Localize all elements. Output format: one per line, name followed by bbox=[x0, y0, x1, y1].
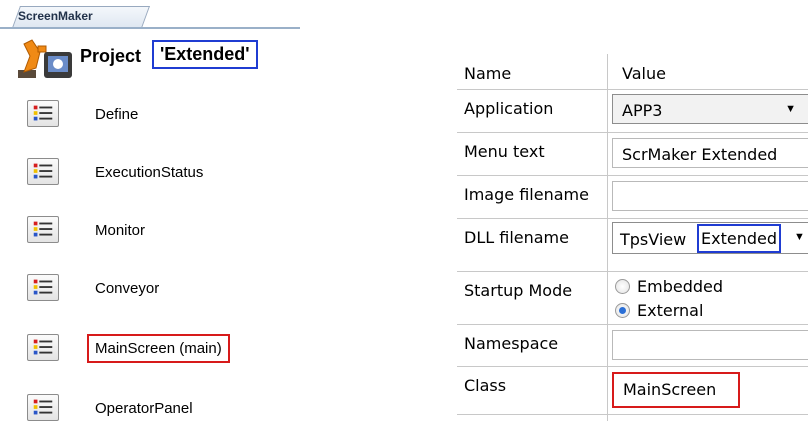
header-name: Name bbox=[464, 64, 512, 83]
dropdown-arrow-icon: ▼ bbox=[794, 231, 805, 243]
prop-class: Class bbox=[464, 376, 507, 395]
prop-image-filename: Image filename bbox=[464, 185, 589, 204]
tab-divider bbox=[0, 27, 300, 29]
grid-line bbox=[457, 132, 808, 133]
dll-filename-field[interactable]: TpsView Extended ▼ bbox=[612, 222, 808, 254]
radio-checked-icon bbox=[615, 303, 630, 318]
namespace-field[interactable] bbox=[612, 330, 808, 360]
grid-line bbox=[457, 324, 808, 325]
project-name-highlight: 'Extended' bbox=[152, 40, 258, 69]
prop-menu-text: Menu text bbox=[464, 142, 545, 161]
menu-text-field[interactable]: ScrMaker Extended bbox=[612, 138, 808, 168]
screen-list-icon bbox=[27, 100, 59, 127]
screen-label: Conveyor bbox=[95, 280, 160, 297]
menu-text-value: ScrMaker Extended bbox=[622, 145, 778, 164]
prop-startup-mode: Startup Mode bbox=[464, 281, 573, 300]
project-prefix: Project bbox=[80, 46, 142, 66]
screen-list-icon bbox=[27, 274, 59, 301]
application-value: APP3 bbox=[622, 101, 663, 120]
screen-list-icon bbox=[27, 216, 59, 243]
prop-dll-filename: DLL filename bbox=[464, 228, 569, 247]
grid-line bbox=[457, 218, 808, 219]
dll-suffix-highlight: Extended bbox=[697, 224, 781, 253]
screen-label: Define bbox=[95, 106, 139, 123]
screen-label: OperatorPanel bbox=[95, 400, 193, 417]
screen-item-mainscreen[interactable]: MainScreen (main) bbox=[27, 334, 327, 364]
dll-prefix: TpsView bbox=[620, 230, 687, 249]
screen-list-icon bbox=[27, 334, 59, 361]
startup-external-radio[interactable]: External bbox=[615, 300, 805, 322]
radio-label: External bbox=[637, 301, 704, 320]
property-grid: Name Value Application Menu text Image f… bbox=[457, 54, 808, 421]
screen-item-monitor[interactable]: Monitor bbox=[27, 216, 327, 246]
project-node[interactable]: Project 'Extended' bbox=[12, 36, 312, 80]
grid-column-divider bbox=[607, 54, 608, 421]
screen-label: Monitor bbox=[95, 222, 146, 239]
grid-line bbox=[457, 366, 808, 367]
grid-line bbox=[457, 414, 808, 415]
dropdown-arrow-icon: ▼ bbox=[785, 103, 796, 115]
robot-icon bbox=[18, 39, 72, 78]
application-dropdown[interactable]: APP3 ▼ bbox=[612, 94, 808, 124]
prop-application: Application bbox=[464, 99, 554, 118]
startup-embedded-radio[interactable]: Embedded bbox=[615, 276, 805, 298]
screenmaker-tab-label: ScreenMaker bbox=[18, 9, 93, 23]
grid-line bbox=[457, 89, 808, 90]
screen-list-icon bbox=[27, 394, 59, 421]
screen-list-icon bbox=[27, 158, 59, 185]
screen-item-executionstatus[interactable]: ExecutionStatus bbox=[27, 158, 327, 188]
screen-label: ExecutionStatus bbox=[95, 164, 204, 181]
grid-line bbox=[457, 271, 808, 272]
prop-namespace: Namespace bbox=[464, 334, 559, 353]
radio-label: Embedded bbox=[637, 277, 724, 296]
screenmaker-tab-strip: ScreenMaker bbox=[0, 0, 300, 30]
screen-item-operatorpanel[interactable]: OperatorPanel bbox=[27, 394, 327, 421]
class-value: MainScreen bbox=[623, 380, 717, 399]
grid-line bbox=[457, 175, 808, 176]
image-filename-field[interactable] bbox=[612, 181, 808, 211]
screen-item-conveyor[interactable]: Conveyor bbox=[27, 274, 327, 304]
screen-label-highlighted: MainScreen (main) bbox=[87, 334, 230, 363]
radio-unchecked-icon bbox=[615, 279, 630, 294]
screen-item-define[interactable]: Define bbox=[27, 100, 327, 130]
header-value: Value bbox=[622, 64, 666, 83]
